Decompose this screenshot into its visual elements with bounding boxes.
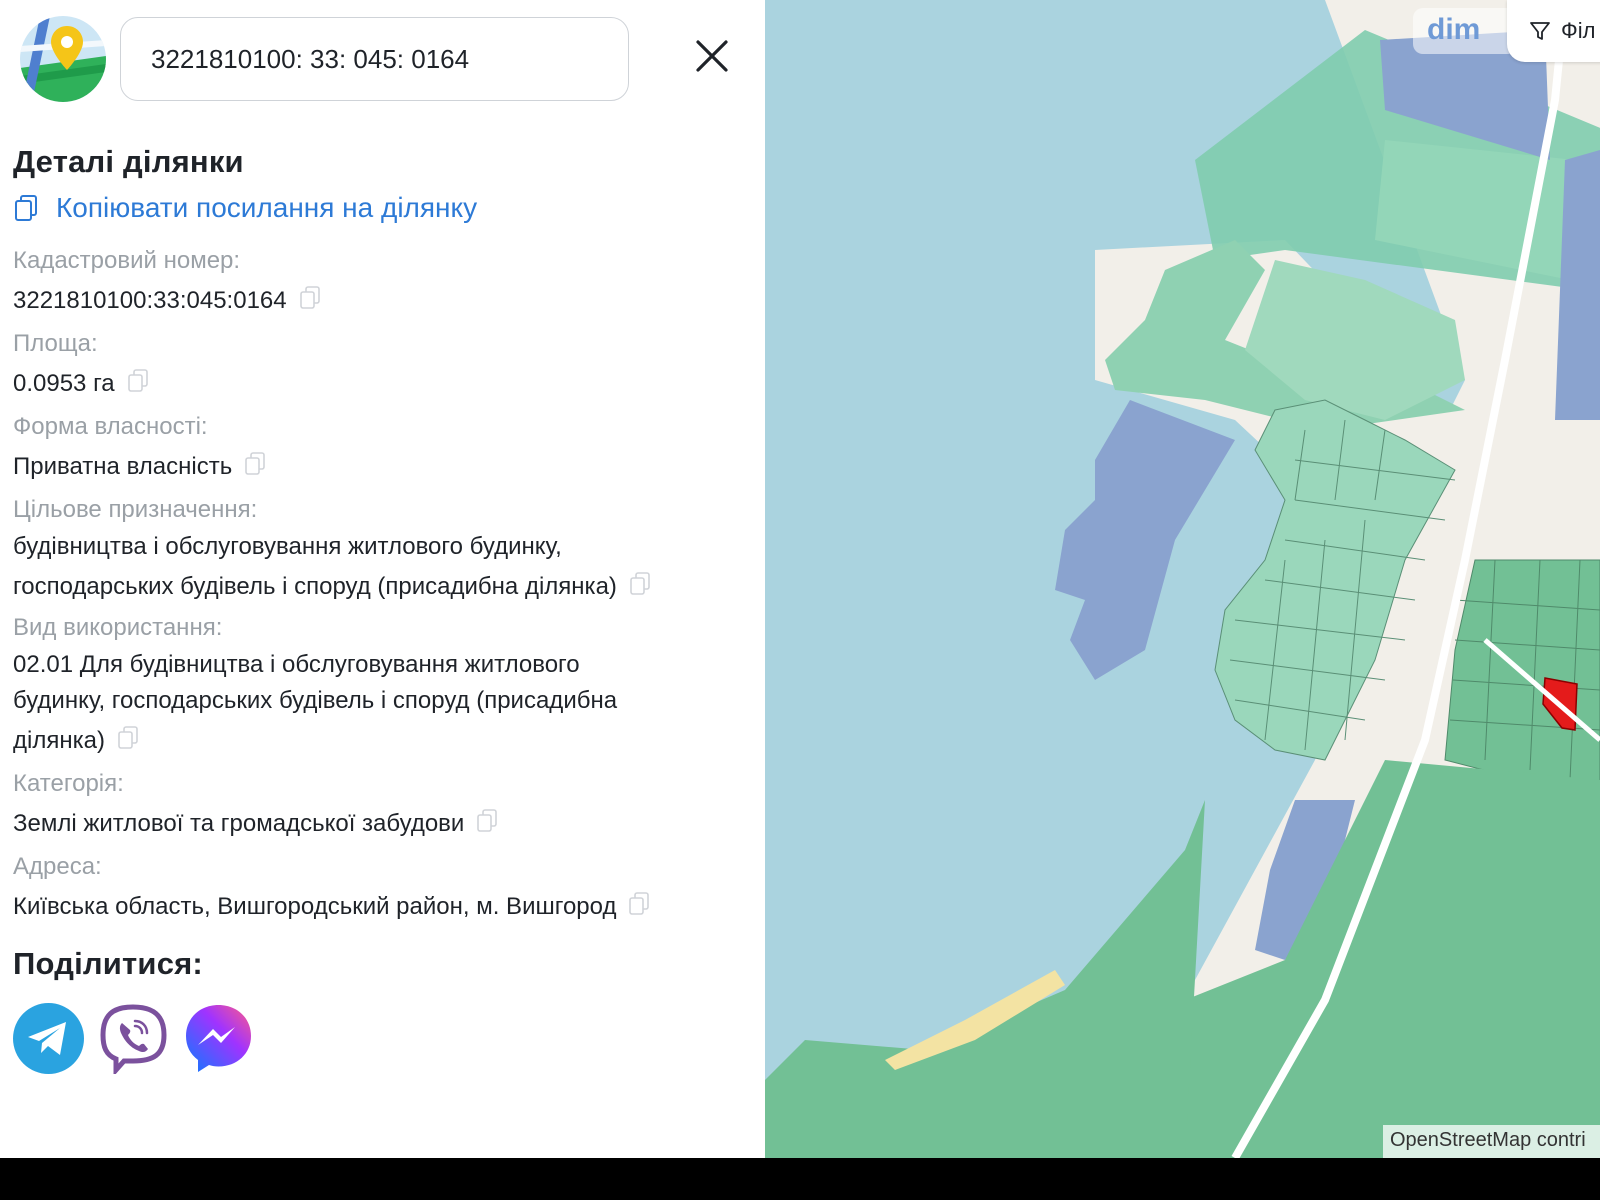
- copy-icon[interactable]: [244, 452, 266, 476]
- usage-type-value: 02.01 Для будівництва і обслуговування ж…: [13, 647, 617, 759]
- cadastral-number-value: 3221810100:33:045:0164: [13, 283, 321, 319]
- copy-link-label: Копіювати посилання на ділянку: [56, 192, 478, 223]
- search-input[interactable]: [120, 17, 629, 101]
- copy-icon[interactable]: [117, 726, 139, 750]
- copy-icon[interactable]: [629, 572, 651, 596]
- app-logo-icon[interactable]: [20, 16, 106, 102]
- parcel-details-panel: Деталі ділянки Копіювати посилання на ді…: [0, 0, 765, 1158]
- filter-icon: [1530, 22, 1550, 40]
- map-watermark-logo: dim: [1413, 8, 1517, 54]
- app-screen: Деталі ділянки Копіювати посилання на ді…: [0, 0, 1600, 1158]
- map-attribution[interactable]: OpenStreetMap contri: [1383, 1125, 1600, 1158]
- cadastral-number-text: 3221810100:33:045:0164: [13, 287, 287, 314]
- usage-type-line-1: 02.01 Для будівництва і обслуговування ж…: [13, 651, 580, 678]
- purpose-label: Цільове призначення:: [13, 496, 258, 523]
- copy-link-button[interactable]: Копіювати посилання на ділянку: [14, 188, 477, 228]
- copy-link-icon: [15, 195, 37, 221]
- filter-button[interactable]: Філ: [1507, 0, 1600, 62]
- copy-icon[interactable]: [628, 892, 650, 916]
- share-buttons: [13, 1003, 254, 1074]
- area-label: Площа:: [13, 330, 98, 357]
- ownership-value: Приватна власність: [13, 449, 266, 485]
- usage-type-line-2: будинку, господарських будівель і споруд…: [13, 687, 618, 714]
- map-blue-parcel: [1055, 400, 1235, 680]
- share-title: Поділитися:: [13, 946, 203, 981]
- purpose-line-1: будівництва і обслуговування житлового б…: [13, 533, 562, 560]
- category-text: Землі житлової та громадської забудови: [13, 810, 465, 837]
- address-text: Київська область, Вишгородський район, м…: [13, 893, 617, 920]
- telegram-icon[interactable]: [13, 1003, 84, 1074]
- ownership-label: Форма власності:: [13, 413, 208, 440]
- usage-type-line-3: ділянка): [13, 727, 105, 754]
- address-value: Київська область, Вишгородський район, м…: [13, 889, 650, 925]
- ownership-text: Приватна власність: [13, 453, 233, 480]
- usage-type-label: Вид використання:: [13, 614, 223, 641]
- category-value: Землі житлової та громадської забудови: [13, 806, 498, 842]
- area-text: 0.0953 га: [13, 370, 115, 397]
- copy-icon[interactable]: [299, 286, 321, 310]
- address-label: Адреса:: [13, 853, 102, 880]
- copy-icon[interactable]: [127, 369, 149, 393]
- close-icon[interactable]: [692, 36, 732, 76]
- purpose-line-2: господарських будівель і споруд (присади…: [13, 573, 617, 600]
- map-parcel-cluster: [1444, 559, 1600, 801]
- purpose-value: будівництва і обслуговування житлового б…: [13, 529, 651, 605]
- map-view[interactable]: dim Філ OpenStreetMap contri: [765, 0, 1600, 1158]
- viber-icon[interactable]: [98, 1003, 169, 1074]
- area-value: 0.0953 га: [13, 366, 149, 402]
- details-title: Деталі ділянки: [13, 144, 244, 179]
- copy-icon[interactable]: [476, 809, 498, 833]
- filter-label: Філ: [1561, 18, 1596, 43]
- category-label: Категорія:: [13, 770, 124, 797]
- cadastral-number-label: Кадастровий номер:: [13, 247, 241, 274]
- messenger-icon[interactable]: [183, 1003, 254, 1074]
- map-forest: [765, 800, 1205, 1158]
- map-canvas[interactable]: [765, 0, 1600, 1158]
